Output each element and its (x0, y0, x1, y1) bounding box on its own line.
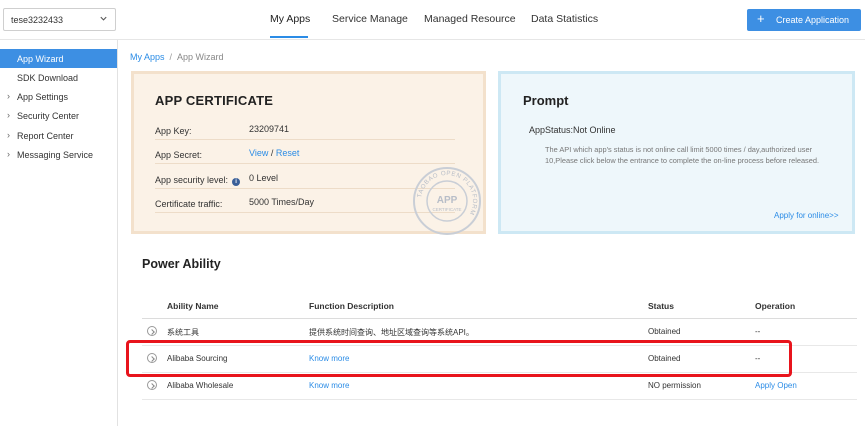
view-secret-link[interactable]: View (249, 148, 268, 158)
seal-center-bottom: CERTIFICATE (432, 207, 461, 212)
create-application-label: Create Application (776, 15, 850, 25)
breadcrumb: My Apps / App Wizard (130, 52, 224, 62)
sidebar-item-messaging-service[interactable]: › Messaging Service (0, 145, 117, 164)
tab-data-statistics[interactable]: Data Statistics (531, 13, 598, 25)
top-bar: tese3232433 My Apps Service Manage Manag… (0, 0, 865, 40)
ability-name: Alibaba Wholesale (167, 381, 234, 390)
apply-for-online-link[interactable]: Apply for online>> (774, 211, 839, 220)
sidebar-item-report-center[interactable]: › Report Center (0, 126, 117, 145)
app-key-label: App Key: (155, 126, 192, 136)
function-description: 提供系统时间查询、地址区域查询等系统API。 (309, 328, 474, 337)
sidebar-item-label: SDK Download (17, 73, 79, 83)
account-select-value: tese3232433 (11, 15, 64, 25)
app-status: AppStatus:Not Online (529, 125, 616, 135)
security-level-label: App security level: (155, 175, 229, 185)
table-row: Alibaba Wholesale Know more NO permissio… (142, 373, 857, 400)
breadcrumb-separator: / (169, 52, 173, 62)
sidebar-item-label: App Settings (17, 92, 69, 102)
plus-icon: + (757, 11, 765, 26)
tab-my-apps[interactable]: My Apps (270, 13, 310, 25)
app-secret-actions: View / Reset (249, 148, 299, 158)
cert-row-security-level: App security level: i 0 Level (155, 171, 455, 189)
ability-operation: -- (755, 327, 761, 336)
info-icon[interactable]: i (232, 178, 241, 186)
prompt-card: Prompt AppStatus:Not Online The API whic… (498, 71, 855, 234)
chevron-right-icon: › (7, 130, 10, 140)
sidebar-item-app-settings[interactable]: › App Settings (0, 87, 117, 106)
account-select[interactable]: tese3232433 (3, 8, 116, 31)
app-certificate-seal-icon: TAOBAO OPEN PLATFORM APP CERTIFICATE (413, 167, 481, 235)
highlight-annotation-box (126, 340, 792, 377)
app-key-value: 23209741 (249, 124, 290, 134)
chevron-down-icon (100, 16, 107, 21)
chevron-right-icon: › (7, 110, 10, 120)
security-level-value: 0 Level (249, 173, 279, 183)
sidebar-item-label: Security Center (17, 111, 80, 121)
chevron-right-icon: › (7, 91, 10, 101)
cert-row-traffic: Certificate traffic: 5000 Times/Day (155, 195, 455, 213)
expand-row-icon[interactable] (147, 326, 157, 336)
sidebar: App Wizard SDK Download › App Settings ›… (0, 40, 118, 426)
certificate-title: APP CERTIFICATE (155, 93, 274, 108)
apply-open-link[interactable]: Apply Open (755, 381, 797, 390)
ability-name: 系统工具 (167, 328, 199, 337)
cert-row-app-key: App Key: 23209741 (155, 122, 455, 140)
ability-status: Obtained (648, 327, 681, 336)
app-secret-label: App Secret: (155, 150, 203, 160)
cert-row-app-secret: App Secret: View / Reset (155, 146, 455, 164)
sidebar-item-security-center[interactable]: › Security Center (0, 106, 117, 125)
sidebar-item-label: App Wizard (17, 54, 64, 64)
app-certificate-card: APP CERTIFICATE App Key: 23209741 App Se… (131, 71, 486, 235)
seal-center-top: APP (437, 195, 458, 206)
know-more-link[interactable]: Know more (309, 381, 349, 390)
tab-managed-resource[interactable]: Managed Resource (424, 13, 516, 25)
prompt-description: The API which app's status is not online… (545, 145, 820, 165)
table-header: Ability Name Function Description Status… (142, 293, 857, 319)
column-header-operation: Operation (755, 301, 796, 311)
sidebar-item-label: Report Center (17, 131, 74, 141)
certificate-traffic-label: Certificate traffic: (155, 199, 223, 209)
column-header-function-description: Function Description (309, 301, 394, 311)
sidebar-item-sdk-download[interactable]: SDK Download (0, 68, 117, 87)
sidebar-item-label: Messaging Service (17, 150, 94, 160)
active-tab-indicator (270, 36, 308, 38)
column-header-ability-name: Ability Name (167, 301, 219, 311)
chevron-right-icon: › (7, 149, 10, 159)
security-level-label-wrap: App security level: i (155, 175, 241, 186)
breadcrumb-my-apps[interactable]: My Apps (130, 52, 165, 62)
secret-slash: / (270, 148, 274, 158)
certificate-traffic-value: 5000 Times/Day (249, 197, 315, 207)
prompt-title: Prompt (523, 93, 569, 108)
reset-secret-link[interactable]: Reset (276, 148, 300, 158)
expand-row-icon[interactable] (147, 380, 157, 390)
create-application-button[interactable]: + Create Application (747, 9, 861, 31)
sidebar-item-app-wizard[interactable]: App Wizard (0, 49, 117, 68)
breadcrumb-current: App Wizard (177, 52, 224, 62)
column-header-status: Status (648, 301, 674, 311)
ability-status: NO permission (648, 381, 701, 390)
power-ability-title: Power Ability (142, 257, 221, 271)
tab-service-manage[interactable]: Service Manage (332, 13, 408, 25)
